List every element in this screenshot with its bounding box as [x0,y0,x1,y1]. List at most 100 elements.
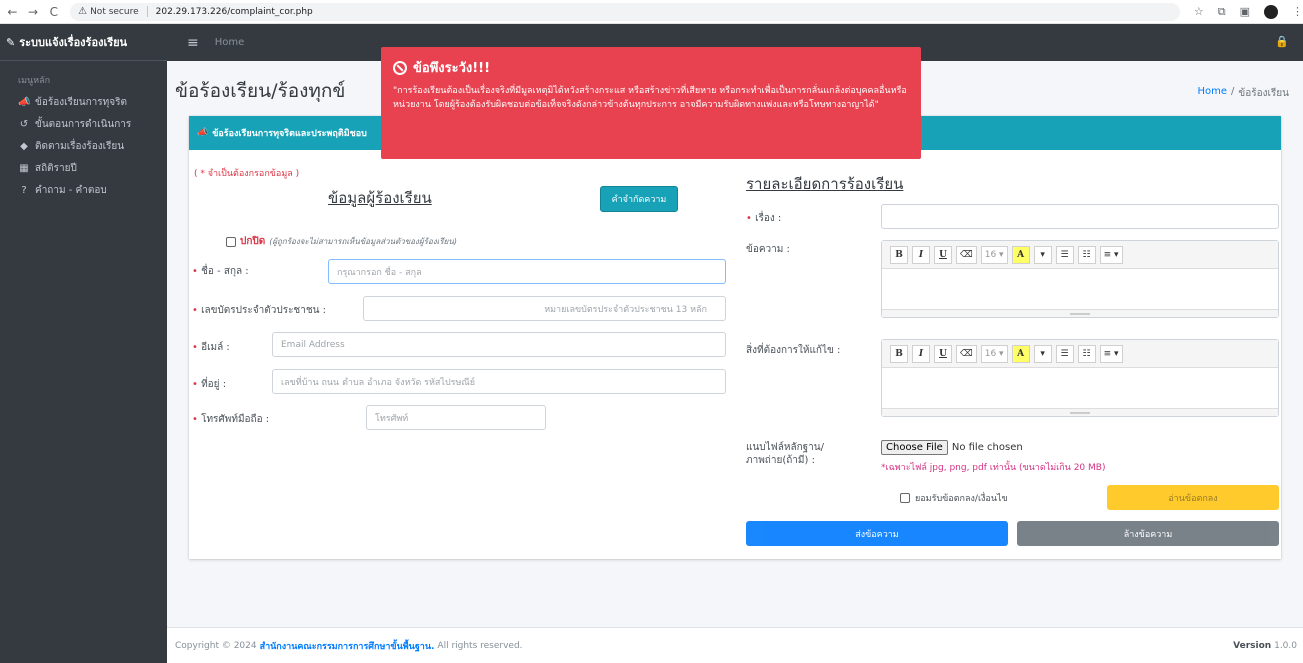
request-textarea[interactable] [882,368,1278,408]
subject-field[interactable] [881,204,1279,229]
subject-label: • เรื่อง : [746,213,782,224]
color-dropdown[interactable]: ▾ [1033,245,1052,264]
align-dropdown[interactable]: ≡ ▾ [1099,344,1123,363]
font-size-dropdown[interactable]: 16 ▾ [980,344,1008,363]
sidebar-item-faq[interactable]: ? คำถาม - คำตอบ [0,179,167,201]
brand-link[interactable]: ✎ ระบบแจ้งเรื่องร้องเรียน [0,24,167,61]
ban-icon [393,60,407,75]
unordered-list-button[interactable]: ☰ [1055,245,1074,264]
page-title: ข้อร้องเรียน/ร้องทุกข์ [175,80,346,102]
color-dropdown[interactable]: ▾ [1033,344,1052,363]
history-icon: ↺ [19,118,29,130]
editor-toolbar: B I U ⌫ 16 ▾ A ▾ ☰ ☷ ≡ ▾ [882,241,1278,269]
choose-file-button[interactable]: Choose File [881,440,948,455]
accept-checkbox[interactable] [900,493,910,503]
brand-title: ระบบแจ้งเรื่องร้องเรียน [19,36,128,49]
tools-icon: ✎ [6,35,16,49]
highlight-button[interactable]: A [1011,344,1030,363]
anonymous-option: ปกปิด (ผู้ถูกร้องจะไม่สามารถเห็นข้อมูลส่… [226,234,457,249]
reload-icon[interactable]: C [45,3,62,21]
file-input: Choose File No file chosen [881,440,1023,455]
clear-button[interactable]: ล้างข้อความ [1017,521,1279,546]
id-label: • เลขบัตรประจำตัวประชาชน : [192,305,327,316]
alert-body: "การร้องเรียนต้องเป็นเรื่องจริงที่มีมูลเ… [393,86,907,110]
bold-button[interactable]: B [890,344,908,363]
attach-label: แนบไฟล์หลักฐาน/ ภาพถ่าย(ถ้ามี) : [746,442,824,466]
read-terms-button[interactable]: อ่านข้อตกลง [1107,485,1279,510]
accept-terms: ยอมรับข้อตกลง/เงื่อนไข [900,491,1008,505]
copyright-text: Copyright © 2024 [175,640,257,651]
request-label: สิ่งที่ต้องการให้แก้ไข : [746,345,841,356]
bullhorn-icon: 📣 [197,128,209,138]
highlight-button[interactable]: A [1011,245,1030,264]
sidebar-item-stats[interactable]: ▦ สถิติรายปี [0,157,167,179]
question-icon: ? [21,184,27,196]
footer: Copyright © 2024 สำนักงานคณะกรรมการการศึ… [167,627,1303,663]
org-link[interactable]: สำนักงานคณะกรรมการการศึกษาขั้นพื้นฐาน. [260,639,435,653]
complainant-section-title: ข้อมูลผู้ร้องเรียน [328,189,432,207]
definition-button[interactable]: คำจำกัดความ [600,186,678,212]
sidebar-item-process[interactable]: ↺ ขั้นตอนการดำเนินการ [0,113,167,135]
menu-icon[interactable]: ⋮ [1292,5,1303,18]
resize-handle[interactable] [882,408,1278,416]
underline-button[interactable]: U [934,344,952,363]
extensions-icon[interactable]: ⧉ [1218,5,1226,19]
name-field[interactable]: กรุณากรอก ชื่อ - สกุล [328,259,726,284]
resize-handle[interactable] [882,309,1278,317]
ordered-list-button[interactable]: ☷ [1077,245,1096,264]
breadcrumb-current: ข้อร้องเรียน [1238,88,1289,99]
address-bar[interactable]: ⚠ Not secure 202.29.173.226/complaint_co… [70,2,1180,21]
lock-icon[interactable]: 🔒 [1275,35,1289,48]
unordered-list-button[interactable]: ☰ [1055,344,1074,363]
phone-field[interactable]: โทรศัพท์ [366,405,546,430]
bold-button[interactable]: B [890,245,908,264]
alert-title: ข้อพึงระวัง!!! [393,57,909,78]
anonymous-checkbox[interactable] [226,236,236,247]
italic-button[interactable]: I [912,344,930,363]
accept-label: ยอมรับข้อตกลง/เงื่อนไข [915,494,1008,504]
bookmark-icon[interactable]: ☆ [1194,5,1204,18]
eraser-button[interactable]: ⌫ [956,344,977,363]
warning-alert: ข้อพึงระวัง!!! "การร้องเรียนต้องเป็นเรื่… [381,47,921,159]
bullhorn-icon: 📣 [18,96,31,108]
sidebar: ✎ ระบบแจ้งเรื่องร้องเรียน เมนูหลัก 📣 ข้อ… [0,24,167,663]
message-textarea[interactable] [882,269,1278,309]
breadcrumb-separator: / [1231,86,1235,97]
message-label: ข้อความ : [746,244,790,255]
submit-button[interactable]: ส่งข้อความ [746,521,1008,546]
address-field[interactable]: เลขที่บ้าน ถนน ตำบล อำเภอ จังหวัด รหัสไป… [272,369,726,394]
forward-icon[interactable]: → [25,3,42,21]
id-card-field[interactable]: หมายเลขบัตรประจำตัวประชาชน 13 หลัก [363,296,726,321]
email-label: • อีเมล์ : [192,342,230,353]
request-editor[interactable]: B I U ⌫ 16 ▾ A ▾ ☰ ☷ ≡ ▾ [881,339,1279,417]
editor-toolbar: B I U ⌫ 16 ▾ A ▾ ☰ ☷ ≡ ▾ [882,340,1278,368]
message-editor[interactable]: B I U ⌫ 16 ▾ A ▾ ☰ ☷ ≡ ▾ [881,240,1279,318]
profile-avatar[interactable] [1263,4,1278,19]
tags-icon: ◆ [20,140,28,152]
rights-text: All rights reserved. [437,640,523,651]
back-icon[interactable]: ← [4,3,21,21]
name-label: • ชื่อ - สกุล : [192,266,249,277]
address-label: • ที่อยู่ : [192,379,227,390]
align-dropdown[interactable]: ≡ ▾ [1099,245,1123,264]
eraser-button[interactable]: ⌫ [956,245,977,264]
italic-button[interactable]: I [912,245,930,264]
required-note: ( * จำเป็นต้องกรอกข้อมูล ) [194,169,300,179]
ordered-list-button[interactable]: ☷ [1077,344,1096,363]
sidebar-item-track[interactable]: ◆ ติดตามเรื่องร้องเรียน [0,135,167,157]
email-field[interactable]: Email Address [272,332,726,357]
warning-icon: ⚠ [78,6,88,17]
hamburger-icon[interactable]: ≡ [187,35,199,51]
card-title: ข้อร้องเรียนการทุจริตและประพฤติมิชอบ [212,129,367,139]
detail-section-title: รายละเอียดการร้องเรียน [746,175,904,193]
version-info: Version 1.0.0 [1233,640,1297,651]
sidebar-item-complaints[interactable]: 📣 ข้อร้องเรียนการทุจริต [0,91,167,113]
file-status: No file chosen [951,442,1023,453]
browser-toolbar: ← → C ⚠ Not secure 202.29.173.226/compla… [0,0,1303,24]
nav-home-link[interactable]: Home [215,37,245,48]
security-indicator[interactable]: ⚠ Not secure [78,6,148,17]
font-size-dropdown[interactable]: 16 ▾ [980,245,1008,264]
breadcrumb-home[interactable]: Home [1198,86,1228,101]
tab-search-icon[interactable]: ▣ [1240,5,1250,18]
underline-button[interactable]: U [934,245,952,264]
